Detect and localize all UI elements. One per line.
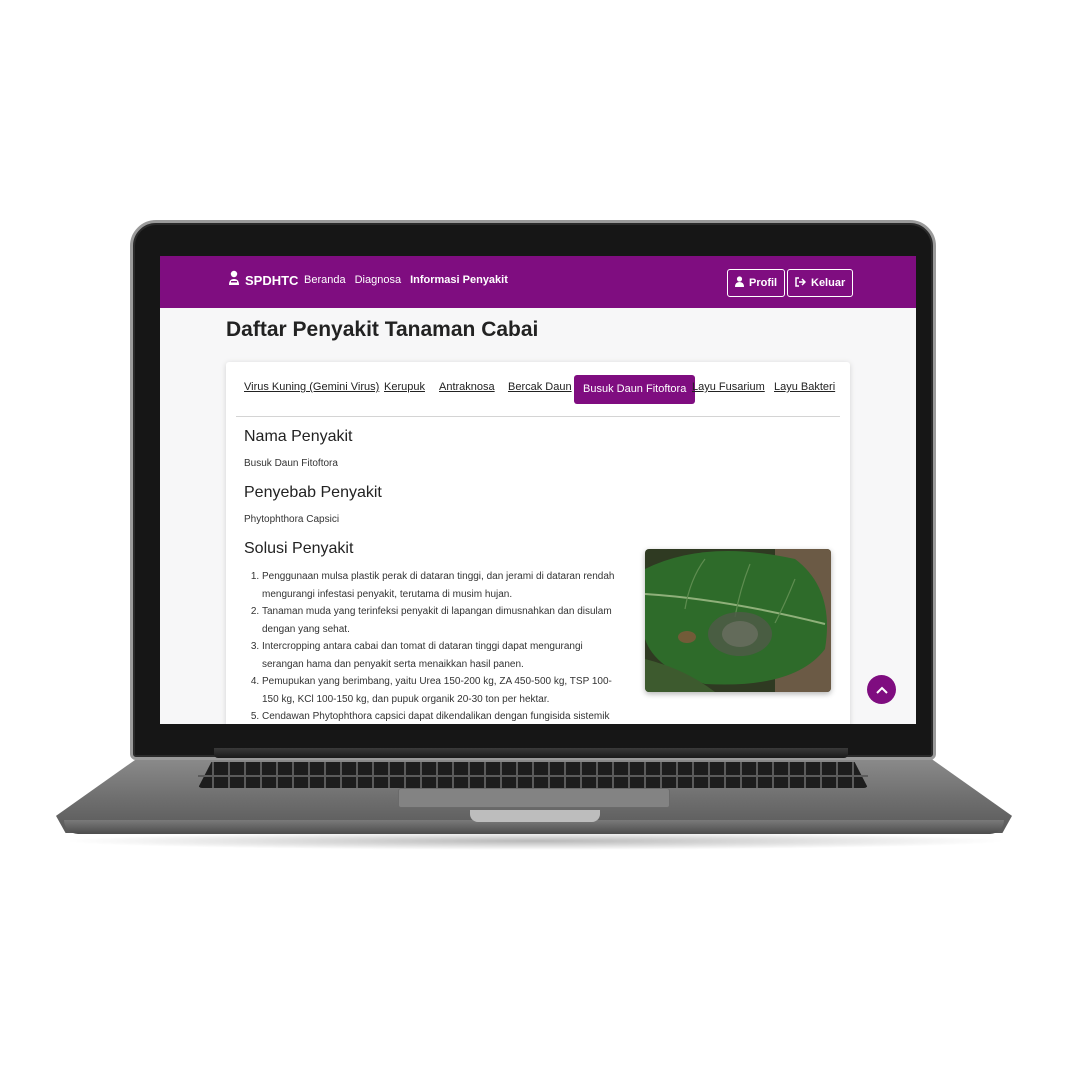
tab-layu-bakteri[interactable]: Layu Bakteri bbox=[774, 381, 835, 393]
nama-penyakit-heading: Nama Penyakit bbox=[244, 428, 353, 445]
chevron-up-icon bbox=[875, 681, 888, 699]
solusi-item: Tanaman muda yang terinfeksi penyakit di… bbox=[262, 603, 626, 638]
tabs-divider bbox=[236, 416, 840, 417]
nav-link-informasi-penyakit[interactable]: Informasi Penyakit bbox=[410, 274, 508, 286]
keluar-label: Keluar bbox=[811, 277, 846, 289]
tab-bercak-daun[interactable]: Bercak Daun bbox=[508, 381, 572, 393]
nav-link-diagnosa[interactable]: Diagnosa bbox=[355, 274, 401, 286]
user-icon bbox=[735, 276, 744, 290]
brand[interactable]: SPDHTC bbox=[228, 270, 298, 291]
tab-layu-fusarium[interactable]: Layu Fusarium bbox=[692, 381, 765, 393]
nama-penyakit-value: Busuk Daun Fitoftora bbox=[244, 458, 338, 469]
navbar: SPDHTC Beranda Diagnosa Informasi Penyak… bbox=[160, 256, 916, 308]
disease-tabs: Virus Kuning (Gemini Virus) Kerupuk Antr… bbox=[226, 375, 850, 409]
penyebab-penyakit-heading: Penyebab Penyakit bbox=[244, 484, 382, 501]
tab-virus-kuning[interactable]: Virus Kuning (Gemini Virus) bbox=[244, 381, 379, 393]
solusi-item: Intercropping antara cabai dan tomat di … bbox=[262, 638, 626, 673]
profil-label: Profil bbox=[749, 277, 778, 289]
solusi-item: Cendawan Phytophthora capsici dapat dike… bbox=[262, 708, 626, 724]
tab-antraknosa[interactable]: Antraknosa bbox=[439, 381, 495, 393]
solusi-list: Penggunaan mulsa plastik perak di datara… bbox=[244, 568, 626, 724]
solusi-item: Pemupukan yang berimbang, yaitu Urea 150… bbox=[262, 673, 626, 708]
sign-out-icon bbox=[795, 276, 807, 290]
user-tie-icon bbox=[228, 270, 240, 291]
nav-links: Beranda Diagnosa Informasi Penyakit bbox=[304, 274, 508, 286]
keluar-button[interactable]: Keluar bbox=[787, 269, 854, 297]
laptop-trackpad bbox=[398, 788, 670, 808]
laptop-keyboard-row bbox=[198, 775, 868, 777]
laptop-shadow bbox=[60, 832, 1010, 850]
nav-link-beranda[interactable]: Beranda bbox=[304, 274, 346, 286]
penyebab-penyakit-value: Phytophthora Capsici bbox=[244, 514, 340, 525]
solusi-penyakit-heading: Solusi Penyakit bbox=[244, 540, 354, 557]
disease-leaf-image bbox=[645, 549, 831, 692]
solusi-item: Penggunaan mulsa plastik perak di datara… bbox=[262, 568, 626, 603]
disease-card: Virus Kuning (Gemini Virus) Kerupuk Antr… bbox=[226, 362, 850, 724]
profil-button[interactable]: Profil bbox=[727, 269, 786, 297]
laptop-notch bbox=[470, 810, 600, 822]
brand-name: SPDHTC bbox=[245, 273, 299, 288]
laptop-base-lip bbox=[64, 820, 1004, 834]
scroll-top-button[interactable] bbox=[867, 675, 896, 704]
tab-kerupuk[interactable]: Kerupuk bbox=[384, 381, 425, 393]
laptop-screen: SPDHTC Beranda Diagnosa Informasi Penyak… bbox=[160, 256, 916, 724]
page-title: Daftar Penyakit Tanaman Cabai bbox=[226, 318, 539, 341]
laptop-hinge bbox=[214, 748, 848, 758]
tab-busuk-daun-fitoftora[interactable]: Busuk Daun Fitoftora bbox=[574, 375, 696, 404]
